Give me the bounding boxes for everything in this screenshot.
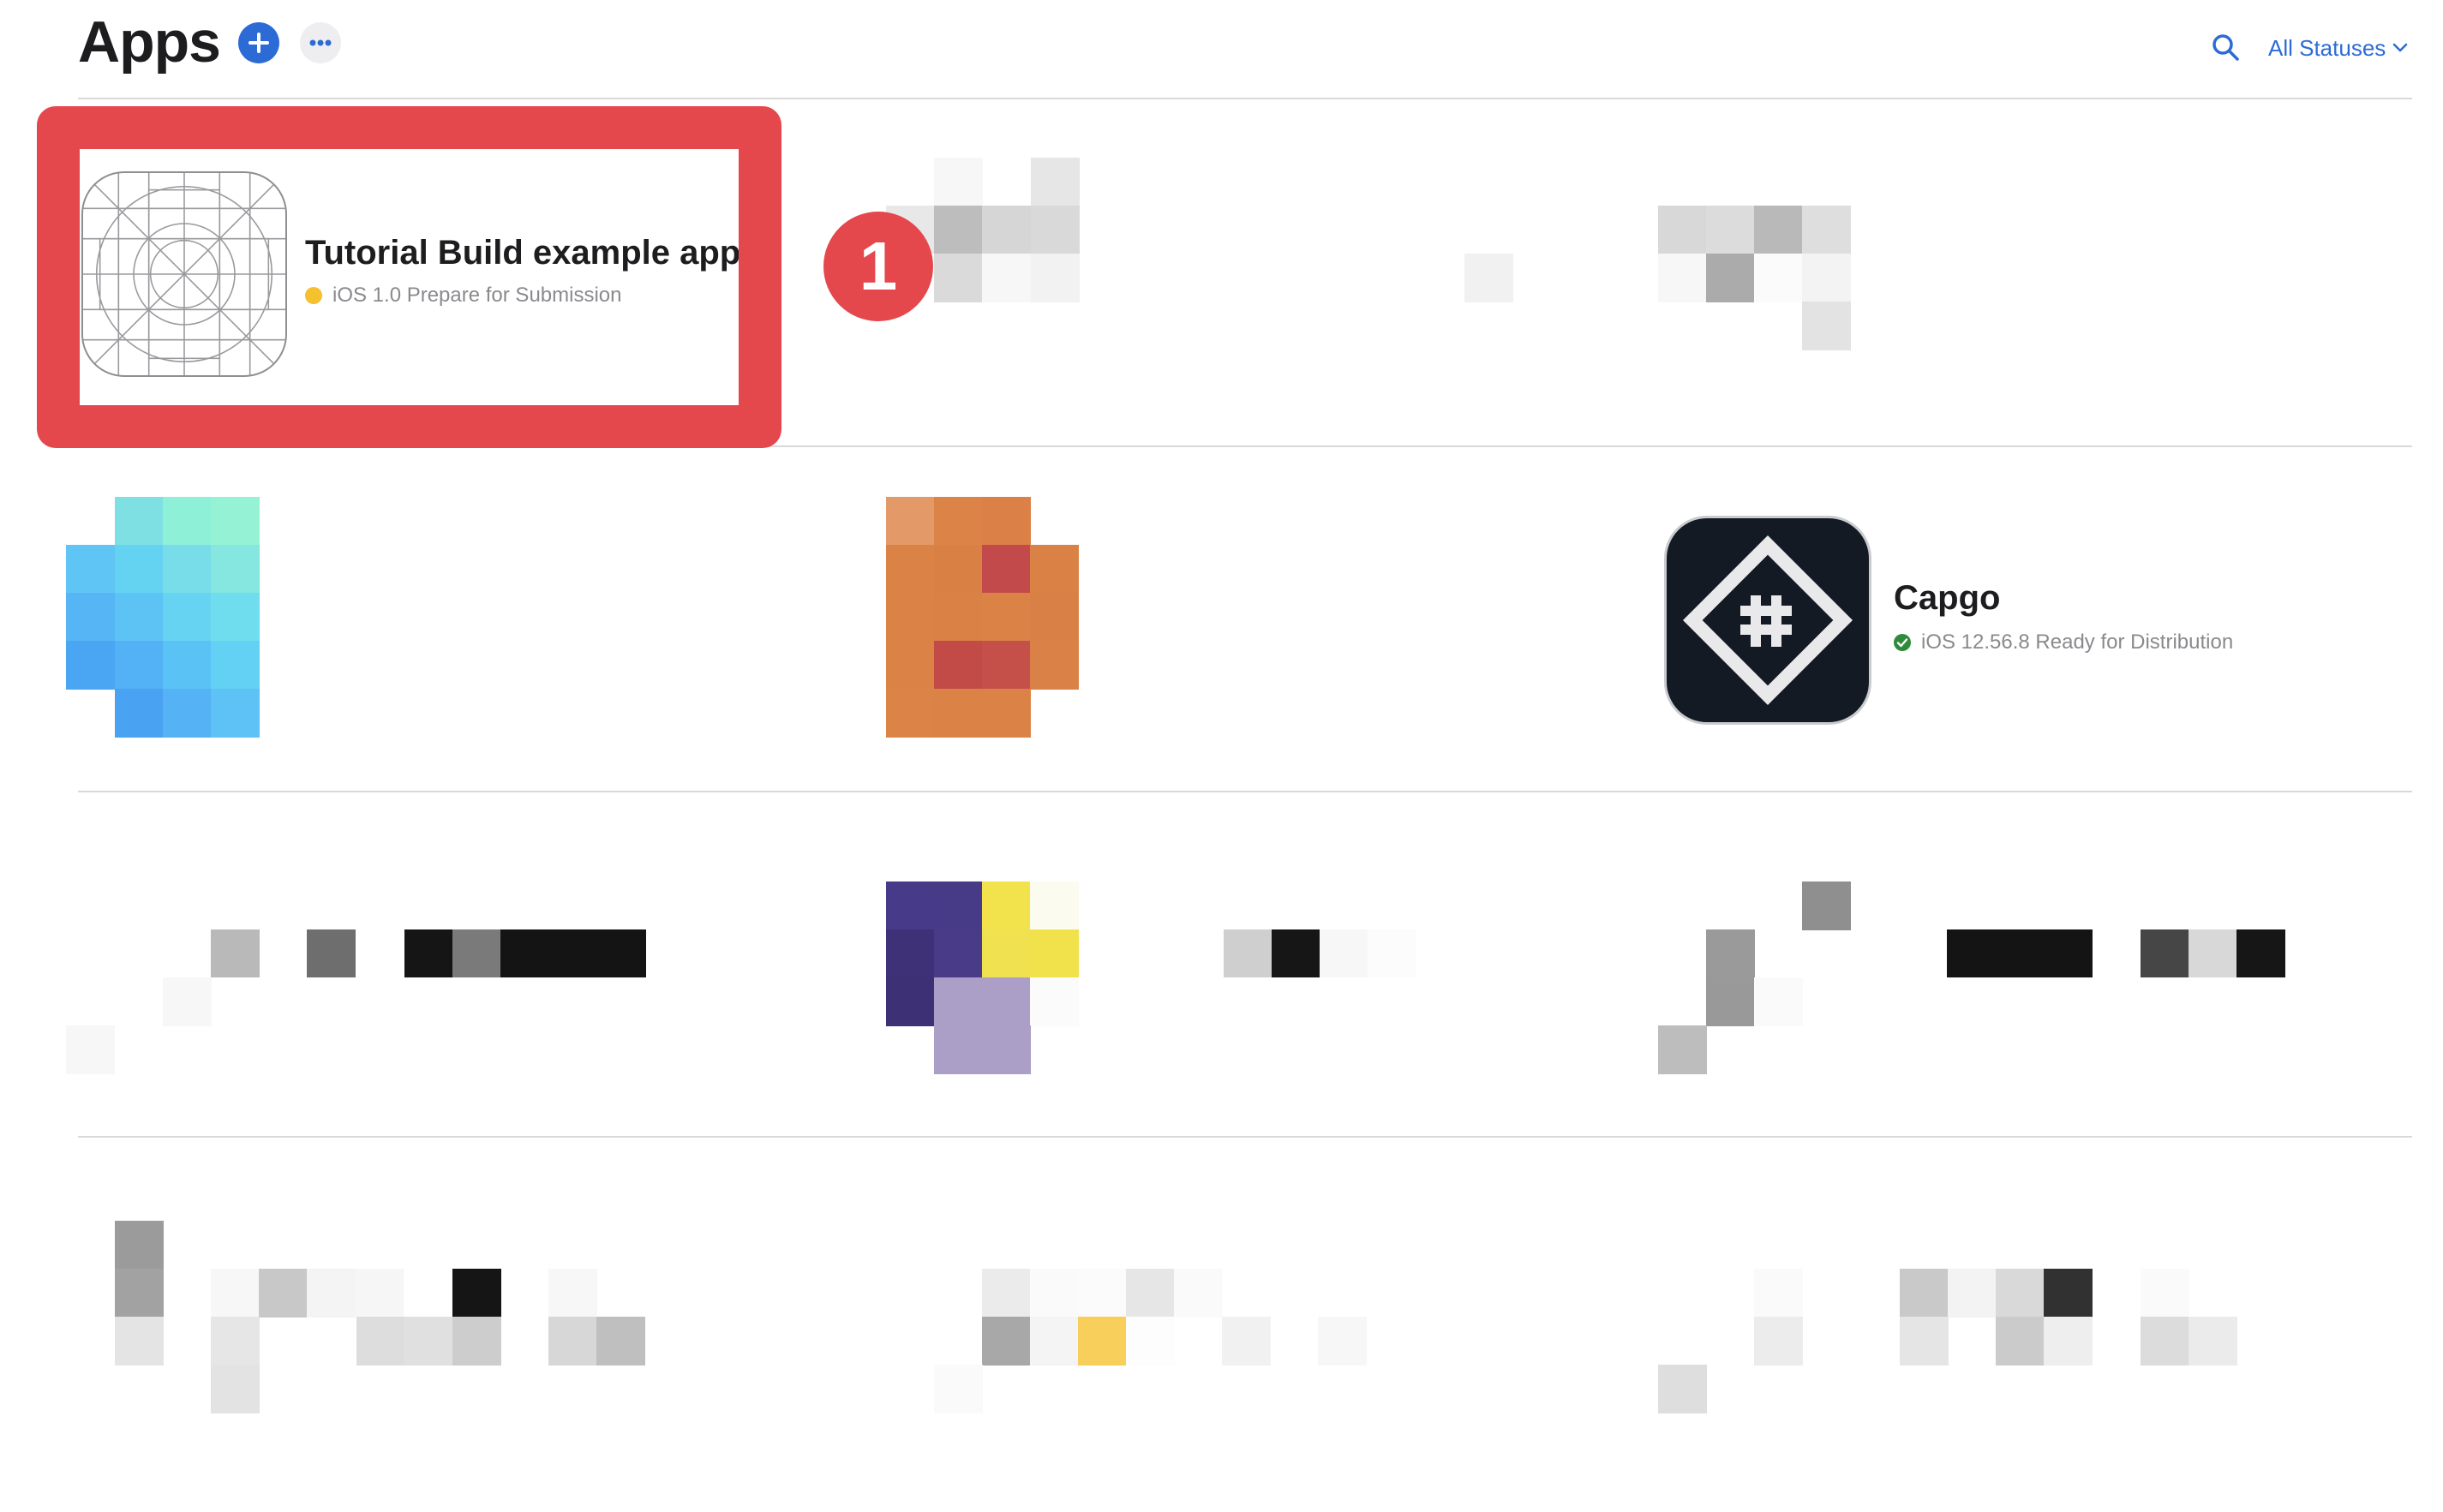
page-title: Apps <box>78 9 221 75</box>
app-card-redacted[interactable] <box>66 480 854 822</box>
status-filter-label: All Statuses <box>2268 34 2386 61</box>
app-card-redacted[interactable] <box>1658 128 2443 471</box>
pixelated-app-and-name <box>886 1169 1434 1426</box>
highlight-box <box>37 106 781 448</box>
step-number-badge: 1 <box>823 212 933 321</box>
pixelated-app-icon <box>66 480 272 738</box>
pixelated-app-and-name <box>1658 827 2309 1084</box>
app-card-redacted[interactable] <box>886 827 1674 1169</box>
plus-icon <box>248 33 269 53</box>
pixelated-app-icon <box>1658 128 1864 360</box>
app-card-redacted[interactable] <box>886 480 1674 822</box>
app-card-redacted[interactable] <box>66 1169 854 1512</box>
app-status-text: iOS 12.56.8 Ready for Distribution <box>1921 630 2234 654</box>
magnifier-icon <box>2212 34 2239 61</box>
app-status: iOS 12.56.8 Ready for Distribution <box>1894 630 2233 654</box>
chevron-down-icon <box>2393 43 2408 52</box>
ellipsis-icon <box>309 39 332 46</box>
app-name[interactable]: Capgo <box>1894 579 2000 618</box>
pixelated-app-and-name <box>886 827 1434 1084</box>
add-app-button[interactable] <box>238 22 279 63</box>
redacted-app-name <box>1464 254 1513 302</box>
pixelated-app-and-name <box>66 827 717 1084</box>
ready-check-icon <box>1894 634 1911 651</box>
more-options-button[interactable] <box>300 22 341 63</box>
app-card-capgo[interactable]: Capgo iOS 12.56.8 Ready for Distribution <box>1662 480 2443 822</box>
pixelated-app-icon <box>886 480 1092 738</box>
app-card-redacted[interactable] <box>1658 827 2443 1169</box>
app-card-redacted[interactable] <box>66 827 854 1169</box>
capgo-logo-icon <box>1664 516 1871 725</box>
pixelated-app-and-name <box>66 1169 717 1426</box>
pixelated-app-and-name <box>1658 1169 2309 1426</box>
app-card-redacted[interactable] <box>1658 1169 2443 1512</box>
status-filter-dropdown[interactable]: All Statuses <box>2268 31 2408 65</box>
app-card-redacted[interactable] <box>886 1169 1674 1512</box>
header-divider <box>78 98 2412 99</box>
search-button[interactable] <box>2209 31 2243 65</box>
app-card-redacted[interactable] <box>883 128 1671 471</box>
